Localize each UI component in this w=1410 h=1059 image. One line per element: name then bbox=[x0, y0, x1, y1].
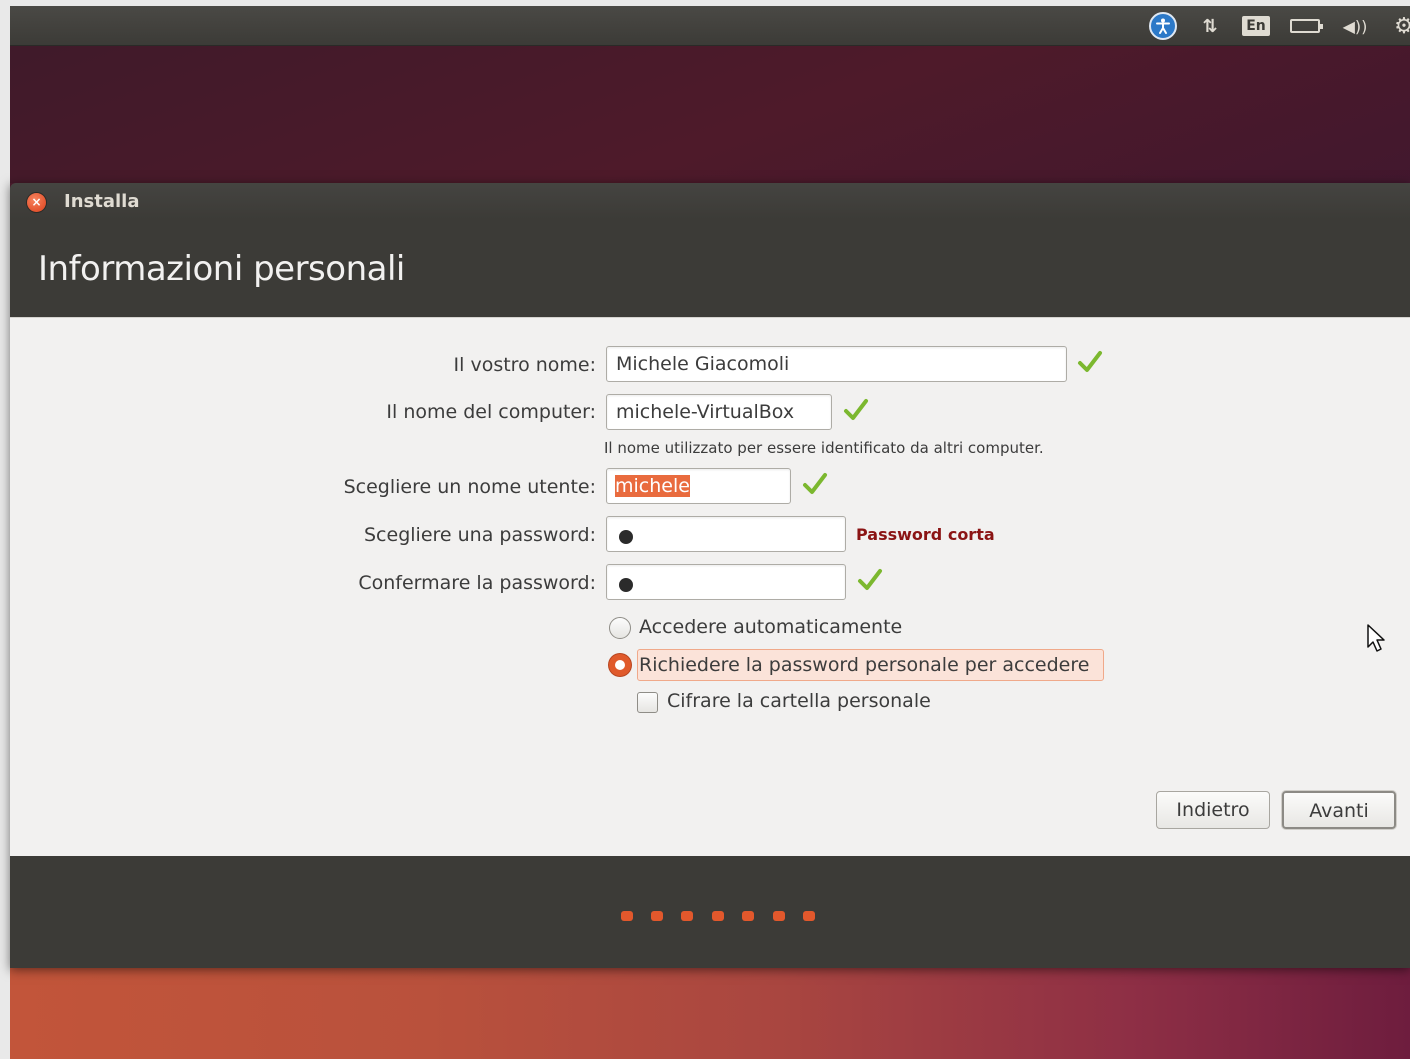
encrypt-home-label[interactable]: Cifrare la cartella personale bbox=[667, 690, 931, 712]
encrypt-home-checkbox[interactable] bbox=[637, 692, 658, 713]
computer-name-label: Il nome del computer: bbox=[386, 401, 596, 423]
name-input[interactable]: Michele Giacomoli bbox=[606, 346, 1067, 382]
window-titlebar[interactable]: × Installa bbox=[10, 183, 1410, 219]
auto-login-radio[interactable] bbox=[609, 617, 631, 639]
progress-dot bbox=[803, 911, 815, 921]
progress-dot bbox=[773, 911, 785, 921]
username-input[interactable]: michele bbox=[606, 468, 791, 504]
require-password-radio[interactable] bbox=[609, 654, 631, 676]
progress-dot bbox=[621, 911, 633, 921]
password-label: Scegliere una password: bbox=[364, 524, 596, 546]
accessibility-icon[interactable] bbox=[1148, 12, 1178, 40]
accessibility-figure-icon bbox=[1149, 12, 1177, 40]
page-header: Informazioni personali bbox=[10, 219, 1410, 317]
progress-footer bbox=[10, 856, 1410, 968]
settings-gear-icon[interactable]: ⚙ bbox=[1388, 14, 1410, 39]
form-area: Il vostro nome: Michele Giacomoli Il nom… bbox=[10, 317, 1410, 856]
computer-name-input[interactable]: michele-VirtualBox bbox=[606, 394, 832, 430]
username-selected-text: michele bbox=[615, 475, 690, 497]
computer-name-valid-check-icon bbox=[844, 399, 868, 420]
password-warning: Password corta bbox=[856, 525, 995, 544]
progress-dot bbox=[742, 911, 754, 921]
require-password-label[interactable]: Richiedere la password personale per acc… bbox=[639, 654, 1089, 676]
progress-dot bbox=[681, 911, 693, 921]
progress-dot bbox=[712, 911, 724, 921]
close-icon[interactable]: × bbox=[27, 193, 46, 212]
confirm-password-mask-dot bbox=[619, 578, 633, 592]
keyboard-layout-icon[interactable]: En bbox=[1241, 14, 1271, 38]
back-button[interactable]: Indietro bbox=[1156, 791, 1270, 829]
username-label: Scegliere un nome utente: bbox=[343, 476, 596, 498]
progress-dot bbox=[651, 911, 663, 921]
name-label: Il vostro nome: bbox=[453, 354, 596, 376]
window-title: Installa bbox=[64, 191, 140, 212]
confirm-password-valid-check-icon bbox=[858, 569, 882, 590]
confirm-password-label: Confermare la password: bbox=[358, 572, 596, 594]
password-input[interactable] bbox=[606, 516, 846, 552]
top-panel: ⇅ En ◀)) ⚙ bbox=[10, 6, 1410, 46]
computer-name-hint: Il nome utilizzato per essere identifica… bbox=[604, 439, 1044, 457]
battery-shape bbox=[1290, 19, 1323, 33]
mouse-cursor-icon bbox=[1367, 624, 1385, 652]
next-button[interactable]: Avanti bbox=[1282, 791, 1396, 829]
page-title: Informazioni personali bbox=[38, 249, 405, 289]
password-mask-dot bbox=[619, 530, 633, 544]
installer-window: × Installa Informazioni personali Il vos… bbox=[10, 183, 1410, 968]
network-icon[interactable]: ⇅ bbox=[1197, 14, 1223, 38]
name-valid-check-icon bbox=[1078, 351, 1102, 372]
confirm-password-input[interactable] bbox=[606, 564, 846, 600]
keyboard-layout-label: En bbox=[1242, 16, 1270, 36]
username-valid-check-icon bbox=[803, 473, 827, 494]
volume-icon[interactable]: ◀)) bbox=[1338, 14, 1372, 38]
auto-login-label[interactable]: Accedere automaticamente bbox=[639, 616, 902, 638]
battery-icon[interactable] bbox=[1288, 14, 1323, 38]
desktop-wallpaper-stripe bbox=[10, 968, 1410, 1059]
